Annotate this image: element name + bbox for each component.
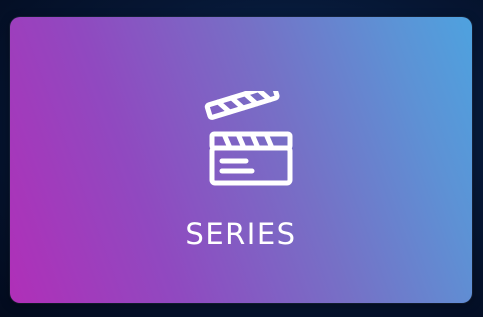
clapperboard-icon xyxy=(200,83,300,191)
tile-label: SERIES xyxy=(185,217,297,251)
series-tile[interactable]: SERIES xyxy=(10,17,472,303)
